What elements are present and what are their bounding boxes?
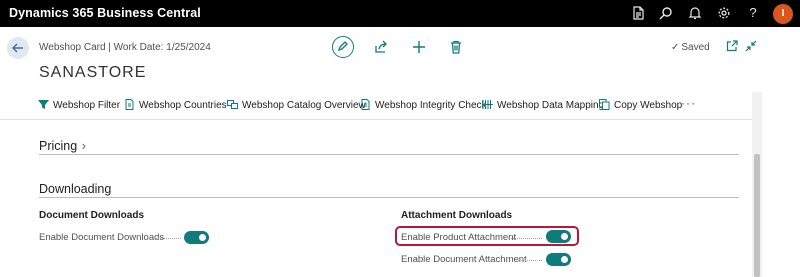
field-leader-dots [155, 238, 181, 240]
action-label: Copy Webshop [614, 100, 683, 111]
page-title: SANASTORE [39, 64, 147, 81]
field-leader-dots [508, 238, 542, 240]
scrollbar-thumb[interactable] [754, 154, 760, 277]
section-downloading-header[interactable]: Downloading [39, 182, 111, 196]
document-icon [360, 99, 371, 110]
action-webshop-integrity-check[interactable]: Webshop Integrity Check [360, 99, 487, 111]
action-bar-divider [0, 119, 752, 120]
top-app-bar: Dynamics 365 Business Central ? I [0, 0, 800, 27]
mapping-icon [482, 99, 493, 110]
collapse-icon[interactable] [745, 40, 757, 52]
action-webshop-catalog-overview[interactable]: Webshop Catalog Overview [227, 99, 366, 111]
copy-icon [599, 99, 610, 110]
open-new-window-icon[interactable] [726, 40, 738, 52]
search-icon[interactable] [659, 6, 673, 20]
check-icon: ✓ [671, 42, 680, 53]
action-copy-webshop[interactable]: Copy Webshop [599, 99, 682, 111]
section-title: Pricing [39, 139, 78, 153]
action-label: Webshop Filter [53, 100, 121, 111]
avatar[interactable]: I [773, 4, 793, 24]
action-webshop-filter[interactable]: Webshop Filter [38, 99, 120, 111]
vertical-scrollbar[interactable] [752, 92, 762, 277]
webshop-card-page: Webshop Card | Work Date: 1/25/2024 SANA… [0, 27, 800, 277]
more-actions-button[interactable]: ··· [681, 96, 696, 110]
section-divider [39, 154, 739, 155]
document-icon [124, 99, 135, 110]
chevron-right-icon: › [81, 139, 86, 153]
action-label: Webshop Countries [139, 100, 227, 111]
add-icon[interactable] [412, 40, 426, 54]
saved-label: Saved [681, 42, 710, 53]
document-icon[interactable] [631, 6, 645, 20]
help-icon[interactable]: ? [746, 6, 760, 20]
section-pricing-header[interactable]: Pricing › [39, 139, 86, 153]
enable-document-attachment-label: Enable Document Attachment [401, 254, 527, 265]
bell-icon[interactable] [688, 6, 702, 20]
section-divider [39, 197, 739, 198]
enable-product-attachment-toggle[interactable] [546, 230, 571, 243]
document-downloads-heading: Document Downloads [39, 210, 145, 221]
action-webshop-countries[interactable]: Webshop Countries [124, 99, 227, 111]
action-bar: Webshop Filter Webshop Countries Webshop… [36, 96, 766, 116]
edit-button[interactable] [332, 36, 354, 58]
share-icon[interactable] [374, 40, 388, 54]
attachment-downloads-heading: Attachment Downloads [401, 210, 513, 221]
action-label: Webshop Catalog Overview [242, 100, 366, 111]
app-title[interactable]: Dynamics 365 Business Central [9, 6, 201, 20]
back-button[interactable] [7, 37, 29, 59]
enable-product-attachment-label: Enable Product Attachment [401, 232, 517, 243]
field-leader-dots [518, 260, 542, 262]
delete-icon[interactable] [449, 40, 463, 54]
breadcrumb: Webshop Card | Work Date: 1/25/2024 [39, 42, 211, 53]
enable-document-downloads-toggle[interactable] [184, 231, 209, 244]
filter-icon [38, 99, 49, 110]
saved-status: ✓ Saved [671, 42, 710, 53]
enable-document-downloads-label: Enable Document Downloads [39, 232, 165, 243]
enable-document-attachment-toggle[interactable] [546, 253, 571, 266]
action-label: Webshop Data Mapping [497, 100, 605, 111]
catalog-icon [227, 99, 238, 110]
gear-icon[interactable] [717, 6, 731, 20]
action-label: Webshop Integrity Check [375, 100, 487, 111]
action-webshop-data-mapping[interactable]: Webshop Data Mapping [482, 99, 604, 111]
